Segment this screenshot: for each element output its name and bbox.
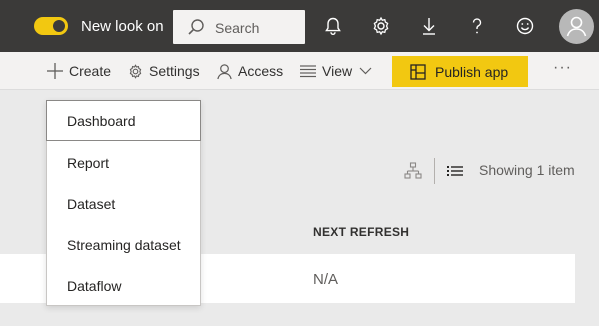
chevron-down-icon — [359, 67, 372, 75]
smiley-icon[interactable] — [514, 15, 536, 37]
access-button[interactable]: Access — [216, 52, 283, 90]
help-icon[interactable] — [466, 15, 488, 37]
person-icon — [566, 16, 587, 37]
view-label: View — [322, 63, 353, 79]
command-bar: Create Settings Access View Publish app … — [0, 52, 599, 90]
publish-icon — [410, 63, 426, 80]
top-bar: New look on Search — [0, 0, 599, 52]
next-refresh-cell: N/A — [313, 271, 339, 288]
create-label: Create — [69, 63, 112, 79]
new-look-toggle[interactable] — [34, 17, 68, 35]
publish-app-button[interactable]: Publish app — [392, 56, 528, 87]
settings-button[interactable]: Settings — [127, 52, 200, 90]
access-label: Access — [238, 63, 284, 79]
menu-item-dataset[interactable]: Dataset — [47, 183, 200, 224]
publish-app-label: Publish app — [435, 63, 509, 80]
person-icon — [217, 63, 232, 79]
toggle-knob — [53, 20, 65, 32]
menu-item-dashboard[interactable]: Dashboard — [46, 100, 201, 141]
item-count: Showing 1 item — [479, 162, 575, 178]
column-header-next-refresh[interactable]: NEXT REFRESH — [313, 225, 409, 239]
gear-icon[interactable] — [370, 15, 392, 37]
search-box[interactable]: Search — [173, 10, 305, 44]
search-icon — [188, 19, 204, 35]
list-view-icon — [300, 65, 316, 78]
gear-icon — [129, 63, 142, 79]
menu-item-report[interactable]: Report — [47, 142, 200, 183]
avatar[interactable] — [559, 9, 594, 44]
more-options-icon[interactable]: ··· — [553, 59, 572, 77]
plus-icon — [47, 63, 63, 79]
settings-label: Settings — [149, 63, 200, 79]
list-view-icon[interactable] — [446, 164, 464, 180]
toolbar-divider — [434, 158, 435, 184]
view-button[interactable]: View — [299, 52, 372, 90]
search-placeholder: Search — [215, 20, 260, 36]
download-icon[interactable] — [418, 15, 440, 37]
new-look-label: New look on — [81, 18, 164, 35]
lineage-view-icon[interactable] — [404, 160, 422, 184]
bell-icon[interactable] — [322, 15, 344, 37]
menu-item-dataflow[interactable]: Dataflow — [47, 265, 200, 306]
menu-item-streaming-dataset[interactable]: Streaming dataset — [47, 224, 200, 265]
create-menu: Dashboard Report Dataset Streaming datas… — [46, 100, 201, 306]
create-button[interactable]: Create — [46, 52, 111, 90]
